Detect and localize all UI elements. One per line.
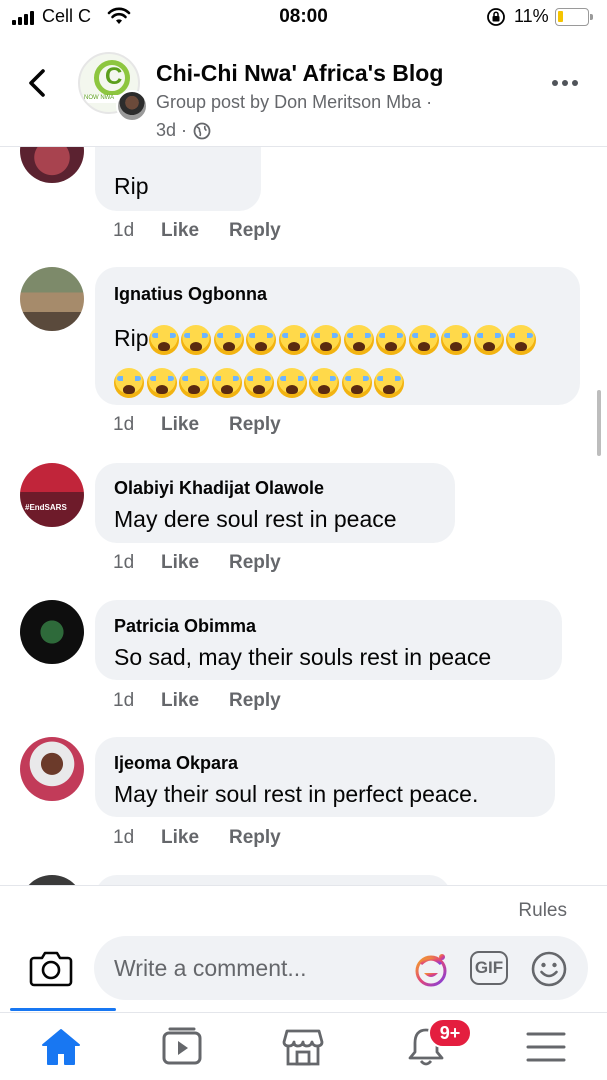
commenter-name[interactable]: Ijeoma Okpara [114,753,238,774]
comment-text: So sad, may their souls rest in peace [114,644,492,670]
reply-button[interactable]: Reply [229,552,281,574]
battery-icon [555,8,593,26]
loudly-crying-face-emoji [211,367,242,398]
notifications-badge: 9+ [428,1018,472,1048]
loudly-crying-face-emoji [146,367,177,398]
loudly-crying-face-emoji [244,367,274,398]
loudly-crying-face-emoji [213,324,244,355]
camera-icon[interactable] [28,948,74,988]
reply-button[interactable]: Reply [229,827,281,849]
orientation-lock-icon [487,8,505,26]
status-bar: Cell C 08:00 11% [0,0,607,36]
comment-time: 1d [113,414,135,435]
loudly-crying-face-emoji [278,324,309,355]
like-button[interactable]: Like [161,690,229,712]
commenter-avatar[interactable] [20,737,84,801]
emoji-row-1 [148,324,539,355]
group-avatar[interactable]: C NOW NWA [78,52,148,122]
comment-actions: 1d Like Reply [113,552,281,574]
group-title[interactable]: Chi-Chi Nwa' Africa's Blog [156,60,443,87]
reply-button[interactable]: Reply [229,414,281,436]
like-button[interactable]: Like [161,552,229,574]
comment-input[interactable] [94,936,588,1000]
loudly-crying-face-emoji [343,324,374,355]
loudly-crying-face-emoji [408,324,439,355]
post-header: C NOW NWA Chi-Chi Nwa' Africa's Blog Gro… [0,36,607,146]
comment-actions: 1d Like Reply [113,690,281,712]
like-button[interactable]: Like [161,827,229,849]
comment-time: 1d [113,552,135,573]
active-tab-indicator [10,1008,116,1011]
comment-actions: 1d Like Reply [113,414,281,436]
commenter-avatar[interactable]: #EndSARS [20,463,84,527]
comment-text-rip: Rip [114,325,149,351]
loudly-crying-face-emoji [276,367,307,398]
loudly-crying-face-emoji [148,324,179,355]
comment-actions: 1d Like Reply [113,827,281,849]
back-chevron-icon[interactable] [22,66,52,100]
post-meta: 3d · [156,120,211,141]
emoji-icon[interactable] [530,950,568,988]
commenter-avatar[interactable] [20,267,84,331]
scroll-indicator[interactable] [597,390,601,456]
commenter-avatar[interactable] [20,600,84,664]
menu-hamburger-icon[interactable] [524,1027,568,1067]
comment-text: Rip [114,317,539,403]
post-author-line: Group post by Don Meritson Mba · [156,92,433,112]
reply-button[interactable]: Reply [229,690,281,712]
comments-list[interactable]: Rip 1d Like Reply Ignatius Ogbonna Rip 1… [0,147,607,885]
rules-link[interactable]: Rules [518,900,567,922]
loudly-crying-face-emoji [341,367,372,398]
comment-actions: 1d Like Reply [113,220,281,242]
more-options-icon[interactable] [552,80,584,90]
loudly-crying-face-emoji [181,324,212,355]
comment-text: Rip [114,173,149,199]
reply-button[interactable]: Reply [229,220,281,242]
comment-bubble[interactable] [95,875,451,885]
loudly-crying-face-emoji [374,367,404,398]
home-icon[interactable] [39,1027,83,1067]
loudly-crying-face-emoji [506,324,537,355]
loudly-crying-face-emoji [441,324,472,355]
commenter-name[interactable]: Patricia Obimma [114,616,256,637]
author-avatar [116,90,148,122]
loudly-crying-face-emoji [473,324,504,355]
commenter-name[interactable]: Ignatius Ogbonna [114,284,267,305]
commenter-avatar[interactable] [20,875,84,885]
comment-text: May dere soul rest in peace [114,506,397,532]
post-age: 3d · [156,120,188,140]
loudly-crying-face-emoji [376,324,407,355]
like-button[interactable]: Like [161,220,229,242]
comment-time: 1d [113,220,135,241]
globe-icon [193,122,211,139]
commenter-avatar[interactable] [20,147,84,183]
marketplace-icon[interactable] [281,1027,325,1067]
emoji-row-2 [114,367,407,398]
loudly-crying-face-emoji [311,324,342,355]
loudly-crying-face-emoji [246,324,277,355]
loudly-crying-face-emoji [114,367,144,398]
avatar-sticker-icon[interactable] [412,950,450,988]
commenter-name[interactable]: Olabiyi Khadijat Olawole [114,478,324,499]
comment-time: 1d [113,827,135,848]
watch-video-icon[interactable] [160,1027,204,1067]
like-button[interactable]: Like [161,414,229,436]
bottom-panel: Rules GIF [0,885,607,1080]
gif-button[interactable]: GIF [470,951,508,985]
avatar-hashtag: #EndSARS [25,503,67,512]
battery-percent: 11% [514,6,549,26]
bottom-tab-bar: 9+ [0,1012,607,1080]
comment-text: May their soul rest in perfect peace. [114,781,479,807]
loudly-crying-face-emoji [309,367,339,398]
comment-time: 1d [113,690,135,711]
loudly-crying-face-emoji [179,367,209,398]
